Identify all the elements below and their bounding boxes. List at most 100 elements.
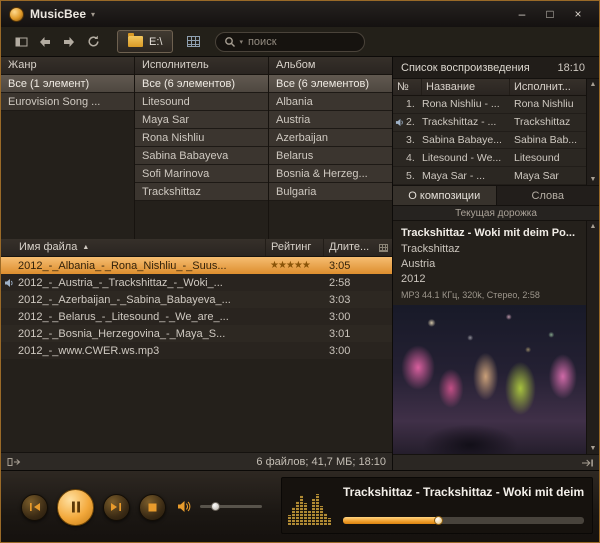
list-item[interactable]: 3. Sabina Babaye... Sabina Bab... (393, 131, 586, 150)
minimize-button[interactable]: – (509, 6, 535, 22)
column-header-album[interactable]: Альбом (269, 57, 392, 74)
list-item[interactable]: Bulgaria (269, 183, 392, 201)
app-title: MusicBee (30, 7, 87, 21)
arrow-right-icon (64, 36, 74, 47)
chevron-down-icon[interactable]: ▾ (91, 10, 95, 19)
file-name: 2012_-_Azerbaijan_-_Sabina_Babayeva_... (18, 293, 231, 306)
list-item[interactable]: Eurovision Song ... (1, 93, 134, 111)
volume-icon[interactable] (177, 500, 192, 513)
search-box[interactable]: ▾ (215, 31, 366, 52)
refresh-button[interactable] (81, 31, 105, 53)
list-item[interactable]: Все (1 элемент) (1, 75, 134, 93)
table-row[interactable]: 2012_-_Azerbaijan_-_Sabina_Babayeva_... … (1, 291, 392, 308)
volume-slider-handle[interactable] (211, 502, 220, 511)
column-header-duration[interactable]: Длите... (324, 239, 374, 256)
search-input[interactable] (245, 34, 357, 49)
seek-bar[interactable] (343, 516, 584, 525)
progress-fill (343, 517, 440, 524)
scroll-down-icon[interactable]: ▼ (590, 445, 597, 452)
back-button[interactable] (33, 31, 57, 53)
table-row[interactable]: 2012_-_www.CWER.ws.mp3 3:00 (1, 342, 392, 359)
list-item[interactable]: 1. Rona Nishliu - ... Rona Nishliu (393, 96, 586, 114)
column-header-title[interactable]: Название (422, 79, 510, 95)
refresh-icon (87, 35, 99, 47)
panel-status-bar (393, 454, 599, 470)
nav-panel-button[interactable] (9, 31, 33, 53)
list-item[interactable]: Sabina Babayeva (135, 147, 268, 165)
column-chooser-button[interactable] (374, 239, 392, 256)
tab-about-track[interactable]: О композиции (393, 186, 497, 205)
volume-slider[interactable] (200, 502, 262, 511)
stop-button[interactable] (139, 493, 166, 521)
list-item[interactable]: Austria (269, 111, 392, 129)
previous-icon (30, 503, 40, 511)
volume-control (177, 500, 262, 513)
list-item[interactable]: Azerbaijan (269, 129, 392, 147)
sort-asc-icon: ▲ (82, 244, 90, 251)
column-header-number[interactable]: № (393, 79, 422, 95)
seek-handle[interactable] (434, 516, 444, 525)
musicbee-logo-icon (9, 6, 24, 22)
list-item[interactable]: 2. Trackshittaz - ... Trackshittaz (393, 113, 586, 132)
search-icon (225, 36, 236, 47)
drive-location-button[interactable]: E:\ (117, 30, 174, 53)
search-options-caret-icon[interactable]: ▾ (239, 38, 243, 46)
list-item[interactable]: Trackshittaz (135, 183, 268, 201)
list-item[interactable]: Litesound (135, 93, 268, 111)
list-item[interactable]: Sofi Marinova (135, 165, 268, 183)
playlist-scrollbar[interactable]: ▲ ▼ (586, 79, 599, 185)
list-item[interactable]: Все (6 элементов) (135, 75, 268, 93)
track-album: Austria (401, 258, 436, 270)
file-name: 2012_-_Belarus_-_Litesound_-_We_are_... (18, 310, 229, 323)
track-info-scrollbar[interactable]: ▲ ▼ (586, 221, 599, 454)
window-controls: – □ × (509, 6, 591, 22)
duration: 3:03 (329, 293, 351, 306)
rating-stars[interactable]: ★★★★★ (266, 260, 324, 271)
spectrum-visualizer (288, 483, 334, 526)
previous-button[interactable] (21, 493, 48, 521)
now-playing-info: Trackshittaz - Trackshittaz - Woki mit d… (343, 483, 584, 526)
table-row[interactable]: 2012_-_Belarus_-_Litesound_-_We_are_... … (1, 308, 392, 325)
current-track-section-header: Текущая дорожка (393, 206, 599, 221)
playlist-section: № Название Исполнит... 1. Rona Nishliu -… (393, 79, 599, 186)
next-button[interactable] (103, 493, 130, 521)
highlight-playing-icon[interactable] (7, 457, 22, 467)
tab-lyrics[interactable]: Слова (496, 186, 599, 205)
table-view-icon (186, 36, 200, 47)
list-item[interactable]: Maya Sar (135, 111, 268, 129)
close-button[interactable]: × (565, 6, 591, 22)
album-art-image (393, 305, 586, 454)
column-header-genre[interactable]: Жанр (1, 57, 135, 74)
table-row[interactable]: 2012_-_Bosnia_Herzegovina_-_Maya_S... 3:… (1, 325, 392, 342)
file-list-empty-area (1, 359, 392, 452)
folder-icon (128, 33, 143, 47)
playlist-header: Список воспроизведения 18:10 (393, 57, 599, 79)
table-row[interactable]: 2012_-_Austria_-_Trackshittaz_-_Woki_...… (1, 274, 392, 291)
list-item[interactable]: Albania (269, 93, 392, 111)
list-item[interactable]: Bosnia & Herzeg... (269, 165, 392, 183)
column-header-rating[interactable]: Рейтинг (266, 239, 324, 256)
file-name: 2012_-_Albania_-_Rona_Nishliu_-_Suus... (18, 259, 227, 272)
column-header-artist[interactable]: Исполнит... (510, 79, 586, 95)
scroll-up-icon[interactable]: ▲ (590, 81, 597, 88)
column-header-artist[interactable]: Исполнитель (135, 57, 269, 74)
list-item[interactable]: Belarus (269, 147, 392, 165)
scroll-up-icon[interactable]: ▲ (590, 223, 597, 230)
maximize-button[interactable]: □ (537, 6, 563, 22)
musicbee-window: MusicBee ▾ – □ × E:\ ▾ поиск Жанр Исполн… (0, 0, 600, 543)
forward-button[interactable] (57, 31, 81, 53)
list-item[interactable]: 5. Maya Sar - ... Maya Sar (393, 167, 586, 185)
now-playing-area: Trackshittaz - Trackshittaz - Woki mit d… (281, 477, 593, 534)
view-layout-button[interactable] (179, 30, 207, 53)
list-item[interactable]: 4. Litesound - We... Litesound (393, 149, 586, 168)
list-item[interactable]: Rona Nishliu (135, 129, 268, 147)
jump-to-track-icon[interactable] (581, 458, 594, 468)
column-header-filename[interactable]: Имя файла ▲ (1, 239, 266, 256)
file-name: 2012_-_Austria_-_Trackshittaz_-_Woki_... (18, 276, 223, 289)
table-row[interactable]: 2012_-_Albania_-_Rona_Nishliu_-_Suus... … (1, 257, 392, 274)
drive-label: E:\ (149, 35, 163, 48)
nav-panel-icon (15, 37, 27, 46)
list-item[interactable]: Все (6 элементов) (269, 75, 392, 93)
pause-button[interactable] (57, 488, 94, 526)
scroll-down-icon[interactable]: ▼ (590, 176, 597, 183)
